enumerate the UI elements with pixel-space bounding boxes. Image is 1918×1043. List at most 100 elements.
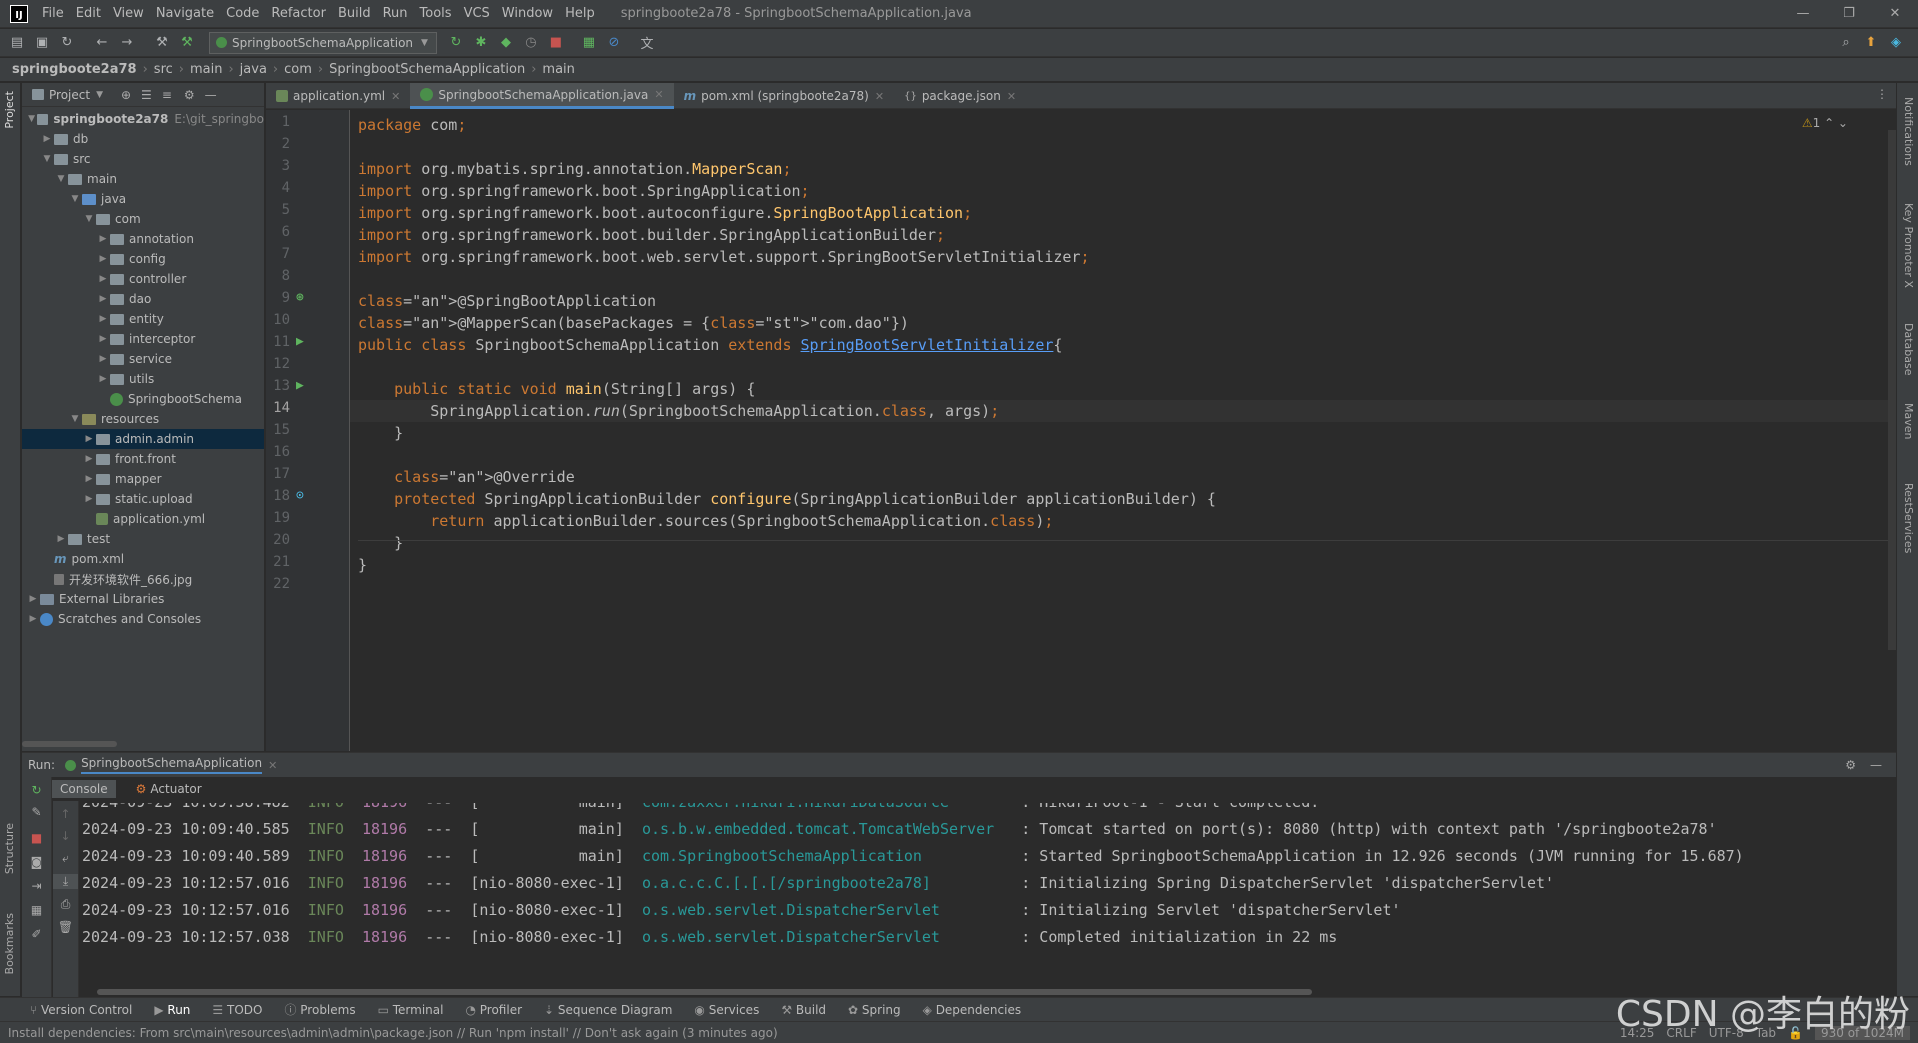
tree-item[interactable]: ▶ interceptor (22, 329, 264, 349)
tree-item[interactable]: SpringbootSchema (22, 389, 264, 409)
menu-window[interactable]: Window (496, 6, 559, 21)
breadcrumb-item[interactable]: SpringbootSchemaApplication (329, 62, 525, 77)
tree-item[interactable]: ▶ static.upload (22, 489, 264, 509)
tree-item[interactable]: ▶ test (22, 529, 264, 549)
run-configuration-select[interactable]: SpringbootSchemaApplication ▼ (209, 31, 437, 54)
chevron-right-icon[interactable]: ▶ (26, 594, 40, 604)
exit-icon[interactable]: ⇥ (22, 879, 51, 893)
menu-tools[interactable]: Tools (414, 6, 458, 21)
chevron-right-icon[interactable]: ▶ (96, 354, 110, 364)
code-line[interactable]: class="an">@Override (358, 466, 575, 488)
tree-item[interactable]: ▶ entity (22, 309, 264, 329)
tool-tab-dependencies[interactable]: ◈ Dependencies (923, 1003, 1021, 1017)
code-line[interactable]: protected SpringApplicationBuilder confi… (358, 488, 1216, 510)
console-output[interactable]: 2024-09-23 10:09:38.482 INFO 18196 --- [… (82, 803, 1882, 993)
tree-item[interactable]: ▼ src (22, 149, 264, 169)
tree-item[interactable]: ▶ service (22, 349, 264, 369)
code-line[interactable]: } (358, 532, 403, 554)
menu-view[interactable]: View (107, 6, 150, 21)
tool-tab-spring[interactable]: ✿ Spring (848, 1003, 901, 1017)
tool-tab-problems[interactable]: ⓘ Problems (284, 1001, 355, 1018)
editor-tab[interactable]: application.yml ✕ (266, 83, 410, 109)
close-tab-icon[interactable]: ✕ (268, 759, 277, 772)
chevron-right-icon[interactable]: ▶ (40, 134, 54, 144)
down-icon[interactable]: ↓ (53, 829, 78, 843)
code-line[interactable]: return applicationBuilder.sources(Spring… (358, 510, 1053, 532)
notifications-tool-tab[interactable]: Notifications (1902, 97, 1915, 166)
bookmarks-tool-tab[interactable]: Bookmarks (3, 913, 16, 974)
chevron-right-icon[interactable]: ▶ (26, 614, 40, 624)
menu-help[interactable]: Help (559, 6, 601, 21)
tool-tab-build[interactable]: ⚒ Build (781, 1003, 826, 1017)
menu-build[interactable]: Build (332, 6, 377, 21)
structure-tool-tab[interactable]: Structure (3, 823, 16, 874)
tree-item[interactable]: ▶ dao (22, 289, 264, 309)
tree-item[interactable]: ▼ com (22, 209, 264, 229)
breadcrumb-item[interactable]: java (240, 62, 267, 77)
run-tab-label[interactable]: SpringbootSchemaApplication (81, 756, 263, 774)
stop-icon[interactable]: ■ (22, 831, 51, 845)
sync-icon[interactable]: ↻ (56, 32, 78, 54)
coverage-icon[interactable]: ◆ (495, 32, 517, 54)
tool-tab-profiler[interactable]: ◔ Profiler (465, 1003, 522, 1017)
chevron-right-icon[interactable]: ▶ (96, 234, 110, 244)
menu-vcs[interactable]: VCS (458, 6, 496, 21)
code-line[interactable]: class="an">@SpringBootApplication (358, 290, 656, 312)
tree-item[interactable]: ▶ db (22, 129, 264, 149)
chevron-right-icon[interactable]: ▶ (96, 254, 110, 264)
run-gutter-icon[interactable]: ▶ (296, 378, 304, 393)
chevron-down-icon[interactable]: ▼ (26, 114, 37, 124)
code-line[interactable]: package com; (358, 114, 466, 136)
actuator-tab[interactable]: Actuator (150, 782, 201, 796)
tree-item[interactable]: ▶ utils (22, 369, 264, 389)
inspection-widget[interactable]: ⚠1 ⌃ ⌄ (1802, 116, 1848, 130)
camera-icon[interactable]: ◙ (22, 855, 51, 869)
code-line[interactable]: import org.springframework.boot.web.serv… (358, 246, 1090, 268)
gear-icon[interactable]: ⚙ (184, 88, 195, 102)
breadcrumb-item[interactable]: main (542, 62, 574, 77)
save-icon[interactable]: ▣ (31, 32, 53, 54)
scroll-end-icon[interactable]: ⤓ (53, 874, 78, 889)
vertical-scrollbar[interactable] (1888, 130, 1896, 650)
tree-item[interactable]: ▶ Scratches and Consoles (22, 609, 264, 629)
layout-icon[interactable]: ▦ (22, 903, 51, 917)
tool-tab-run[interactable]: ▶ Run (154, 1003, 190, 1017)
code-line[interactable]: import org.springframework.boot.SpringAp… (358, 180, 810, 202)
debug-icon[interactable]: ✱ (470, 32, 492, 54)
translate-icon[interactable]: 文 (636, 32, 658, 54)
breadcrumb-item[interactable]: src (154, 62, 173, 77)
vcs-icon[interactable]: ⚒ (151, 32, 173, 54)
editor-tab[interactable]: m pom.xml (springboote2a78) ✕ (674, 83, 895, 109)
chevron-right-icon[interactable]: ▶ (96, 274, 110, 284)
chevron-down-icon[interactable]: ▼ (68, 414, 82, 424)
print-icon[interactable]: ⎙ (53, 897, 78, 912)
chevron-down-icon[interactable]: ▼ (54, 174, 68, 184)
expand-all-icon[interactable]: ☰ (141, 88, 152, 102)
breadcrumb-item[interactable]: com (284, 62, 312, 77)
open-icon[interactable]: ▤ (6, 32, 28, 54)
plugin-icon[interactable]: ◈ (1885, 32, 1907, 54)
update-icon[interactable]: ⬆ (1860, 32, 1882, 54)
tree-item[interactable]: ▶ mapper (22, 469, 264, 489)
back-icon[interactable]: ← (91, 32, 113, 54)
project-panel-title[interactable]: Project (49, 88, 90, 102)
tree-item[interactable]: ▶ admin.admin (22, 429, 264, 449)
chevron-right-icon[interactable]: ▶ (54, 534, 68, 544)
database-tool-tab[interactable]: Database (1902, 323, 1915, 376)
menu-refactor[interactable]: Refactor (265, 6, 332, 21)
tool-tab-todo[interactable]: ☰ TODO (212, 1003, 262, 1017)
tree-item[interactable]: ▶ annotation (22, 229, 264, 249)
breadcrumb-item[interactable]: springboote2a78 (12, 62, 137, 77)
restservices-tool-tab[interactable]: RestServices (1902, 483, 1915, 553)
console-tab[interactable]: Console (52, 780, 116, 798)
key-promoter-tool-tab[interactable]: Key Promoter X (1902, 203, 1915, 288)
minimize-icon[interactable]: — (1780, 0, 1826, 28)
tool-tab-version-control[interactable]: ⑂ Version Control (30, 1003, 132, 1017)
tree-item[interactable]: ▶ controller (22, 269, 264, 289)
chevron-down-icon[interactable]: ▼ (82, 214, 96, 224)
bean-icon[interactable]: ⊛ (296, 290, 304, 305)
trash-icon[interactable]: 🗑 (53, 920, 78, 934)
tree-item[interactable]: ▼ springboote2a78 E:\git_springbo (22, 109, 264, 129)
menu-run[interactable]: Run (377, 6, 414, 21)
chevron-down-icon[interactable]: ▼ (96, 90, 103, 100)
